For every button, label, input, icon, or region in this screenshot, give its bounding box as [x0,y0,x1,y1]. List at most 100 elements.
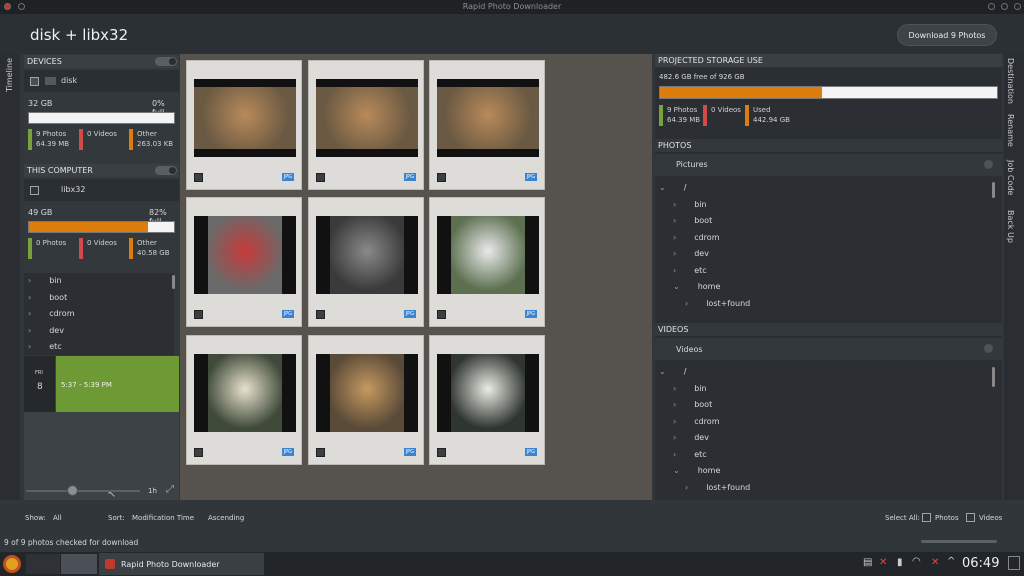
photo-thumbnail[interactable]: JPG [186,335,302,465]
chevron-right-icon[interactable]: › [28,326,31,335]
device-row[interactable]: disk [24,70,179,92]
computer-checkbox[interactable] [30,186,39,195]
tree-item[interactable]: ⌄ home [673,463,720,480]
chevron-right-icon[interactable]: › [673,433,676,442]
chevron-right-icon[interactable]: › [685,299,688,308]
tree-item[interactable]: › bin [673,197,707,214]
devices-toggle[interactable] [155,57,177,66]
tab-rename[interactable]: Rename [1006,114,1015,147]
chevron-right-icon[interactable]: › [673,400,676,409]
photo-checkbox[interactable] [194,448,203,457]
videos-tree-scrollbar[interactable] [992,367,995,387]
tree-item[interactable]: › etc [673,447,707,464]
photo-thumbnail[interactable]: JPG [429,197,545,327]
photo-thumbnail[interactable]: JPG [186,197,302,327]
maximize-icon[interactable] [1001,3,1008,10]
device-checkbox[interactable] [30,77,39,86]
order-select[interactable]: Ascending [208,514,244,522]
show-desktop-icon[interactable] [1008,556,1020,570]
wifi-icon[interactable]: ◠ [912,556,921,567]
start-menu-icon[interactable] [3,555,21,573]
photo-checkbox[interactable] [316,173,325,182]
desktop-pager-1[interactable] [26,554,60,574]
volume-muted-icon[interactable]: ✕ [931,557,939,568]
mute-icon[interactable]: ✕ [879,557,887,568]
tab-destination[interactable]: Destination [1006,58,1015,104]
photo-checkbox[interactable] [194,310,203,319]
photo-checkbox[interactable] [194,173,203,182]
photo-thumbnail[interactable]: JPG [308,197,424,327]
timeline-range-block[interactable]: 5:37 - 5:39 PM [56,356,179,412]
chevron-right-icon[interactable]: › [673,417,676,426]
tree-item[interactable]: › boot [673,213,712,230]
photos-tree-scrollbar[interactable] [992,182,995,198]
photo-thumbnail[interactable]: JPG [429,335,545,465]
chevron-right-icon[interactable]: › [28,276,31,285]
minimize-icon[interactable] [988,3,995,10]
tree-item[interactable]: › dev [673,430,709,447]
photo-thumbnail[interactable]: JPG [186,60,302,190]
chevron-right-icon[interactable]: › [28,342,31,351]
clock[interactable]: 06:49 [962,556,999,571]
tree-item[interactable]: › boot [673,397,712,414]
this-computer-toggle[interactable] [155,166,177,175]
tree-item[interactable]: › bin [673,381,707,398]
photo-thumbnail[interactable]: JPG [308,60,424,190]
tab-back-up[interactable]: Back Up [1006,210,1015,243]
close-icon[interactable] [1014,3,1021,10]
tree-item[interactable]: › etc [673,263,707,280]
photo-checkbox[interactable] [316,310,325,319]
chevron-right-icon[interactable]: › [673,384,676,393]
chevron-right-icon[interactable]: › [673,266,676,275]
tree-root[interactable]: ⌄ / [659,180,686,197]
chevron-right-icon[interactable]: › [685,483,688,492]
chevron-down-icon[interactable]: ⌄ [673,466,680,475]
photo-checkbox[interactable] [316,448,325,457]
chevron-right-icon[interactable]: › [673,249,676,258]
folder-settings-icon[interactable] [984,160,993,169]
storage-icon[interactable]: ▤ [863,557,872,568]
chevron-right-icon[interactable]: › [28,309,31,318]
select-videos-checkbox[interactable] [966,513,975,522]
folder-settings-icon[interactable] [984,344,993,353]
tree-item[interactable]: › cdrom [673,230,719,247]
tree-item[interactable]: ⌄ home [673,279,720,296]
photo-thumbnail[interactable]: JPG [429,60,545,190]
chevron-down-icon[interactable]: ⌄ [673,282,680,291]
sort-select[interactable]: Modification Time [132,514,194,522]
computer-row[interactable]: libx32 [24,179,179,201]
photo-thumbnail[interactable]: JPG [308,335,424,465]
usb-icon[interactable]: ▮ [897,557,903,568]
zoom-slider-handle[interactable] [67,485,78,496]
tree-root[interactable]: ⌄ / [659,364,686,381]
tree-item[interactable]: › dev [673,246,709,263]
chevron-right-icon[interactable]: › [673,216,676,225]
videos-folder-row[interactable]: Videos [655,338,1002,360]
tree-item[interactable]: › cdrom [28,306,74,323]
tree-item[interactable]: › lost+found [685,296,750,313]
photo-checkbox[interactable] [437,448,446,457]
tree-item[interactable]: › cdrom [673,414,719,431]
tab-timeline[interactable]: Timeline [5,58,14,92]
tree-item[interactable]: › dev [28,323,64,340]
tree-item[interactable]: › bin [28,273,62,290]
chevron-right-icon[interactable]: › [28,293,31,302]
tree-item[interactable]: › lost+found [685,480,750,497]
tree-item[interactable]: › etc [28,339,62,355]
taskbar-app-button[interactable]: Rapid Photo Downloader [99,553,264,575]
tree-scrollbar[interactable] [172,275,175,289]
link-icon[interactable]: ⤢ [166,484,174,495]
desktop-pager-2[interactable] [61,554,97,574]
select-photos-checkbox[interactable] [922,513,931,522]
tray-expand-icon[interactable]: ^ [947,556,955,567]
download-button[interactable]: Download 9 Photos [897,24,997,46]
show-select[interactable]: All [53,514,62,522]
tab-job-code[interactable]: Job Code [1006,160,1015,195]
photo-checkbox[interactable] [437,310,446,319]
chevron-right-icon[interactable]: › [673,450,676,459]
chevron-right-icon[interactable]: › [673,233,676,242]
photo-checkbox[interactable] [437,173,446,182]
photos-folder-row[interactable]: Pictures [655,154,1002,176]
chevron-right-icon[interactable]: › [673,200,676,209]
timeline-zoom-slider[interactable] [26,490,140,492]
